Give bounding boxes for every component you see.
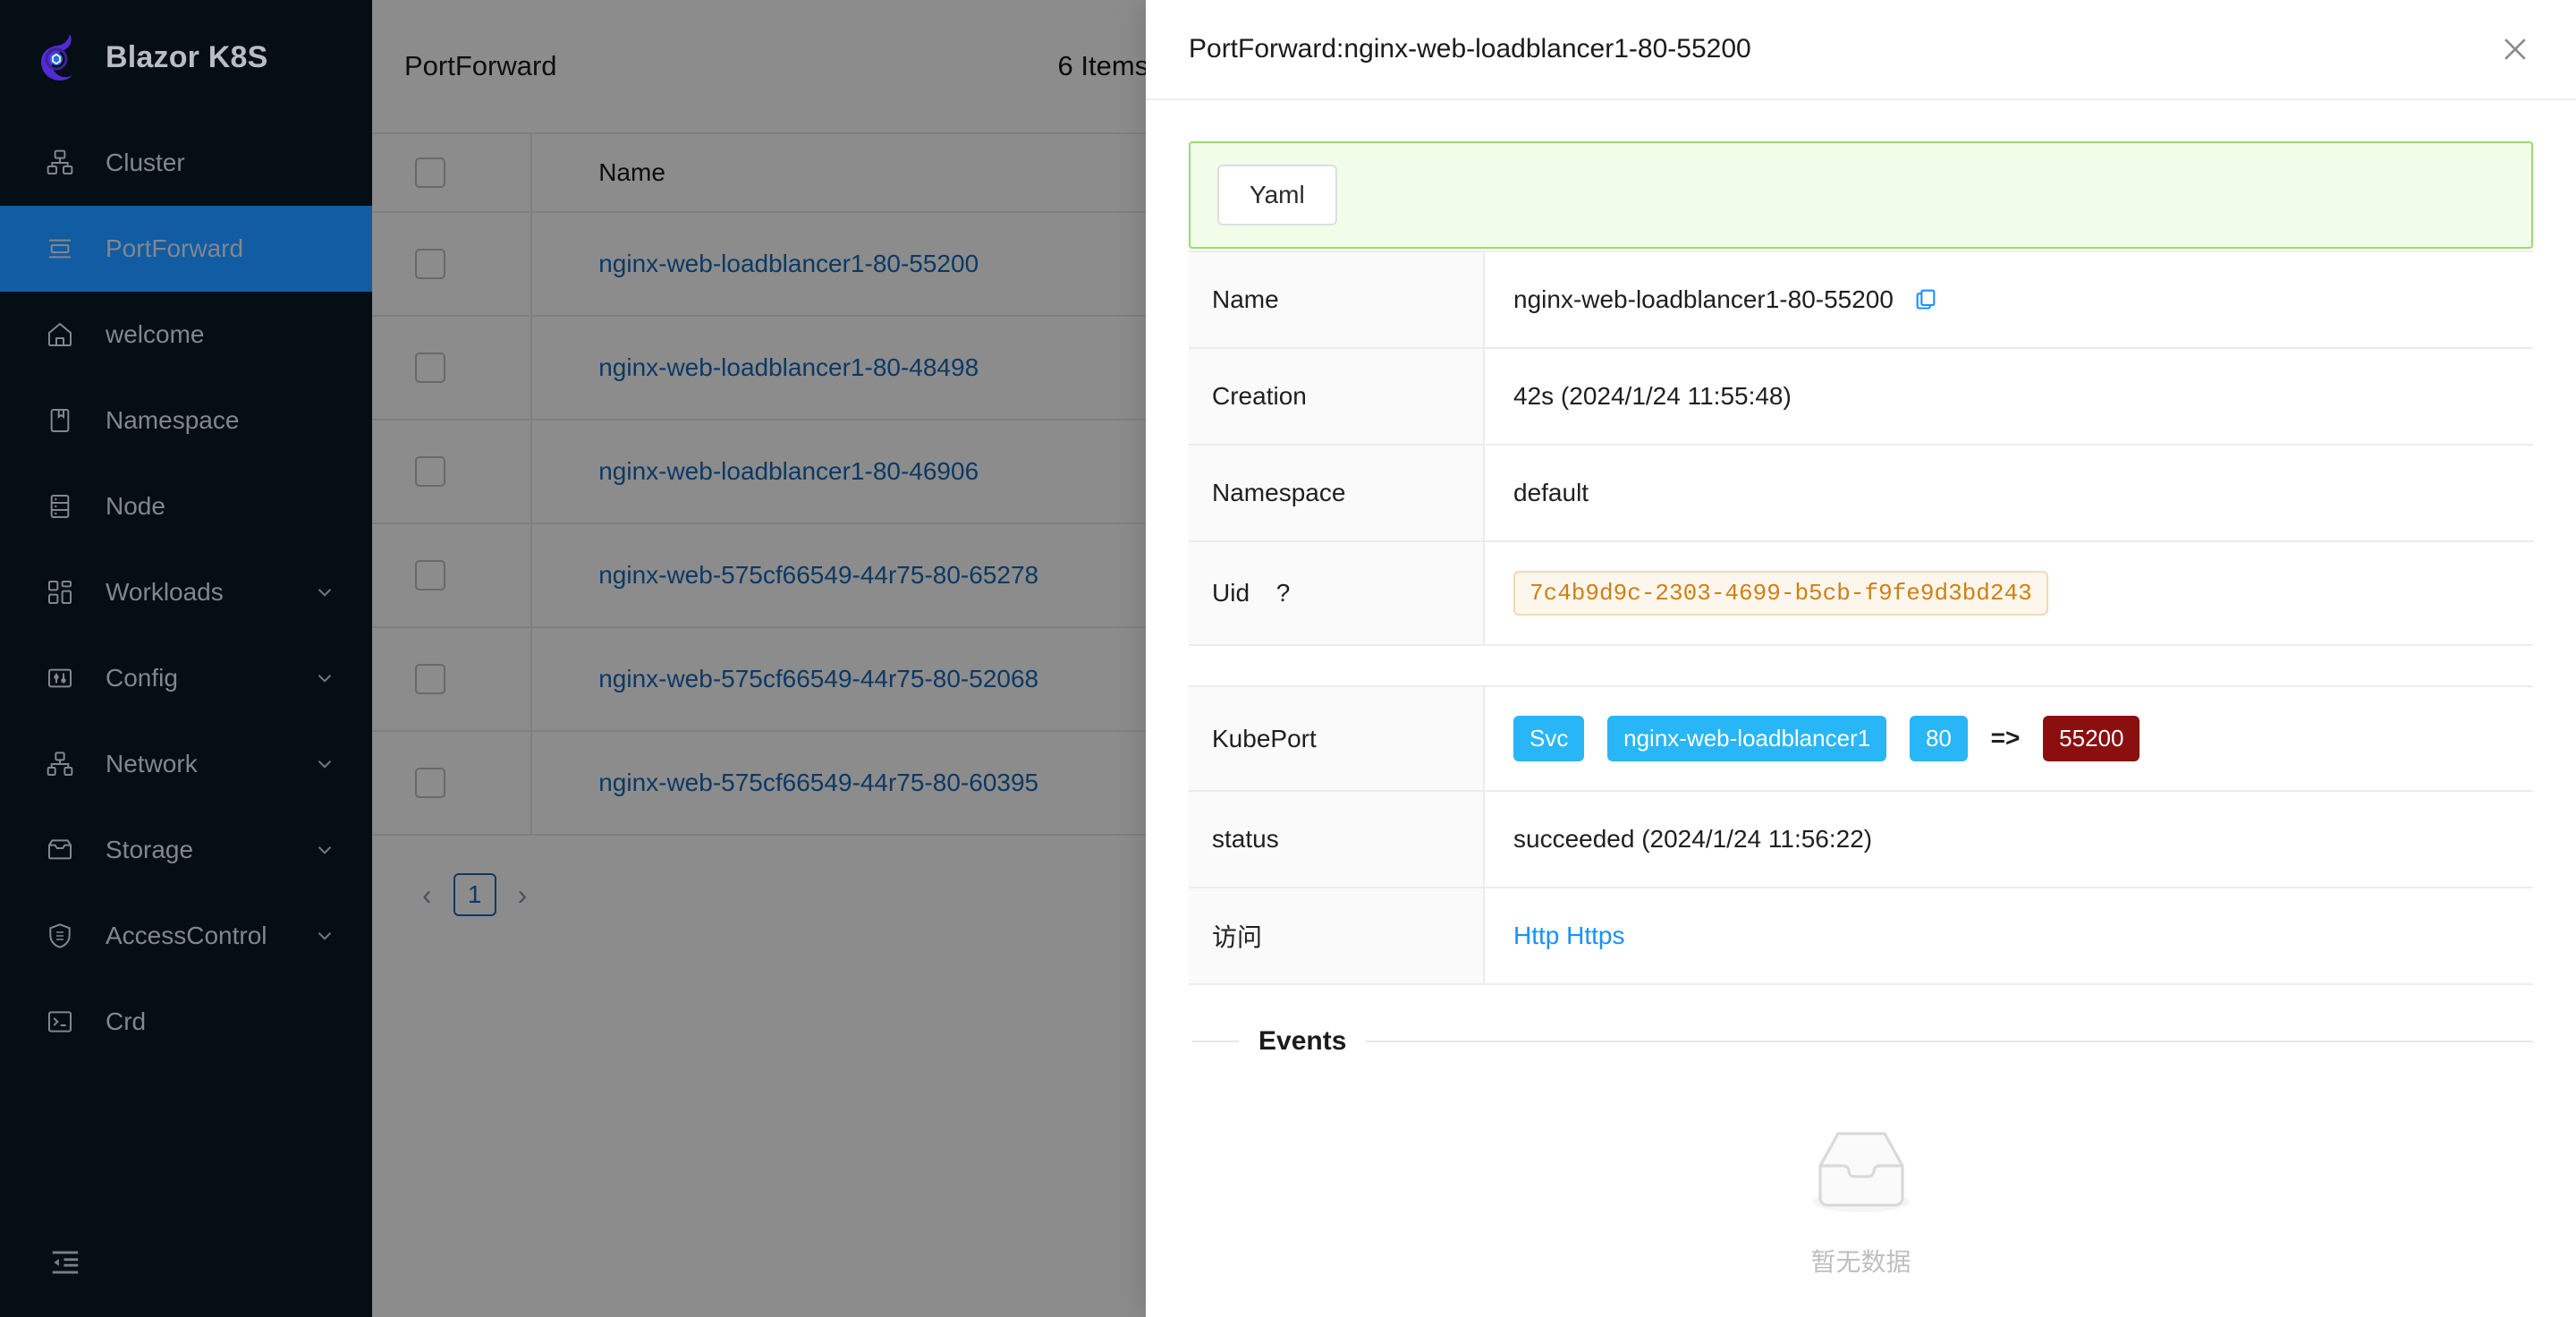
drawer-body: Yaml Name nginx-web-loadblancer1-80-5520… xyxy=(1146,100,2576,1317)
detail-name-text: nginx-web-loadblancer1-80-55200 xyxy=(1513,285,1894,313)
config-icon xyxy=(45,663,75,693)
sidebar-item-workloads[interactable]: Workloads xyxy=(0,549,372,635)
detail-row-uid: Uid ? 7c4b9d9c-2303-4699-b5cb-f9fe9d3bd2… xyxy=(1189,541,2533,645)
namespace-icon xyxy=(45,405,75,436)
sidebar-item-node[interactable]: Node xyxy=(0,463,372,549)
sidebar-item-network[interactable]: Network xyxy=(0,721,372,807)
sidebar-item-label: Network xyxy=(106,750,198,777)
detail-table-secondary: KubePort Svc nginx-web-loadblancer1 80 =… xyxy=(1189,685,2533,985)
detail-value: Svc nginx-web-loadblancer1 80 => 55200 xyxy=(1484,686,2533,791)
sidebar-item-label: AccessControl xyxy=(106,922,267,949)
node-icon xyxy=(45,491,75,522)
kubeport-arrow: => xyxy=(1990,724,2021,752)
drawer-title: PortForward:nginx-web-loadblancer1-80-55… xyxy=(1189,34,1751,64)
shield-icon xyxy=(45,921,75,951)
divider-line-left xyxy=(1192,1041,1239,1042)
chevron-down-icon[interactable] xyxy=(313,752,336,776)
status-value: succeeded (2024/1/24 11:56:22) xyxy=(1484,791,2533,888)
detail-value: 7c4b9d9c-2303-4699-b5cb-f9fe9d3bd243 xyxy=(1484,541,2533,645)
sidebar-item-label: Node xyxy=(106,492,165,520)
empty-state-text: 暂无数据 xyxy=(1810,1248,1911,1276)
kubeport-tag-local-port[interactable]: 55200 xyxy=(2043,716,2140,761)
detail-table: Name nginx-web-loadblancer1-80-55200 Cre… xyxy=(1189,251,2533,646)
detail-value: Http Https xyxy=(1484,888,2533,984)
brand-title: Blazor K8S xyxy=(106,39,268,74)
detail-row-access: 访问 Http Https xyxy=(1189,888,2533,984)
detail-row-status: status succeeded (2024/1/24 11:56:22) xyxy=(1189,791,2533,888)
yaml-button[interactable]: Yaml xyxy=(1217,165,1337,225)
chevron-down-icon[interactable] xyxy=(313,838,336,862)
chevron-down-icon[interactable] xyxy=(313,924,336,947)
sidebar-item-label: Crd xyxy=(106,1007,147,1035)
terminal-icon xyxy=(45,1007,75,1037)
close-icon[interactable] xyxy=(2497,31,2533,67)
detail-key: status xyxy=(1189,791,1485,888)
sidebar-item-label: Namespace xyxy=(106,406,240,434)
detail-key: Namespace xyxy=(1189,445,1485,541)
cluster-icon xyxy=(45,148,75,178)
app-root: Blazor K8S Cluster PortForward welcome N… xyxy=(0,0,2576,1317)
detail-value: nginx-web-loadblancer1-80-55200 xyxy=(1484,251,2533,348)
empty-box-icon xyxy=(1804,1123,1919,1219)
detail-row-kubeport: KubePort Svc nginx-web-loadblancer1 80 =… xyxy=(1189,686,2533,791)
detail-drawer: PortForward:nginx-web-loadblancer1-80-55… xyxy=(1146,0,2576,1317)
uid-badge: 7c4b9d9c-2303-4699-b5cb-f9fe9d3bd243 xyxy=(1513,571,2048,616)
chevron-down-icon[interactable] xyxy=(313,581,336,604)
sidebar-item-label: PortForward xyxy=(106,234,244,262)
sidebar-item-label: Cluster xyxy=(106,149,185,176)
portforward-icon xyxy=(45,234,75,264)
detail-row-namespace: Namespace default xyxy=(1189,445,2533,541)
detail-key-label: Uid xyxy=(1212,579,1250,607)
brand: Blazor K8S xyxy=(0,0,372,115)
workloads-icon xyxy=(45,577,75,608)
sidebar-item-label: Config xyxy=(106,664,178,692)
menu-fold-icon[interactable] xyxy=(48,1245,372,1279)
sidebar-nav: Cluster PortForward welcome Namespace No… xyxy=(0,120,372,1065)
home-icon xyxy=(45,319,75,350)
help-icon[interactable]: ? xyxy=(1276,579,1291,607)
sidebar-footer xyxy=(0,1245,372,1317)
sidebar-item-label: welcome xyxy=(106,320,205,348)
sidebar-item-crd[interactable]: Crd xyxy=(0,979,372,1065)
sidebar-item-storage[interactable]: Storage xyxy=(0,807,372,893)
storage-icon xyxy=(45,835,75,865)
detail-value: default xyxy=(1484,445,2533,541)
network-icon xyxy=(45,749,75,779)
blazor-flame-k8s-logo-icon xyxy=(34,31,86,83)
detail-key: Creation xyxy=(1189,348,1485,445)
detail-key: Name xyxy=(1189,251,1485,348)
kubeport-tag-svc[interactable]: Svc xyxy=(1513,716,1585,761)
kubeport-tag-service-name[interactable]: nginx-web-loadblancer1 xyxy=(1607,716,1887,761)
divider-line-right xyxy=(1366,1041,2533,1042)
detail-row-name: Name nginx-web-loadblancer1-80-55200 xyxy=(1189,251,2533,348)
action-bar: Yaml xyxy=(1189,141,2533,249)
drawer-header: PortForward:nginx-web-loadblancer1-80-55… xyxy=(1146,0,2576,100)
sidebar-item-config[interactable]: Config xyxy=(0,635,372,721)
detail-key: 访问 xyxy=(1189,888,1485,984)
events-empty-state: 暂无数据 xyxy=(1189,1123,2533,1279)
sidebar-item-label: Storage xyxy=(106,836,194,863)
copy-icon[interactable] xyxy=(1913,286,1938,311)
detail-value: 42s (2024/1/24 11:55:48) xyxy=(1484,348,2533,445)
events-divider: Events xyxy=(1189,1026,2533,1057)
access-links[interactable]: Http Https xyxy=(1513,922,1624,949)
sidebar-item-portforward[interactable]: PortForward xyxy=(0,206,372,292)
sidebar-item-namespace[interactable]: Namespace xyxy=(0,378,372,463)
sidebar-item-label: Workloads xyxy=(106,578,224,606)
sidebar-item-accesscontrol[interactable]: AccessControl xyxy=(0,893,372,979)
chevron-down-icon[interactable] xyxy=(313,667,336,690)
detail-row-creation: Creation 42s (2024/1/24 11:55:48) xyxy=(1189,348,2533,445)
sidebar-item-cluster[interactable]: Cluster xyxy=(0,120,372,206)
detail-key: KubePort xyxy=(1189,686,1485,791)
events-title: Events xyxy=(1258,1026,1347,1056)
kubeport-tag-port[interactable]: 80 xyxy=(1909,716,1968,761)
detail-key: Uid ? xyxy=(1189,541,1485,645)
sidebar: Blazor K8S Cluster PortForward welcome N… xyxy=(0,0,372,1317)
sidebar-item-welcome[interactable]: welcome xyxy=(0,292,372,378)
